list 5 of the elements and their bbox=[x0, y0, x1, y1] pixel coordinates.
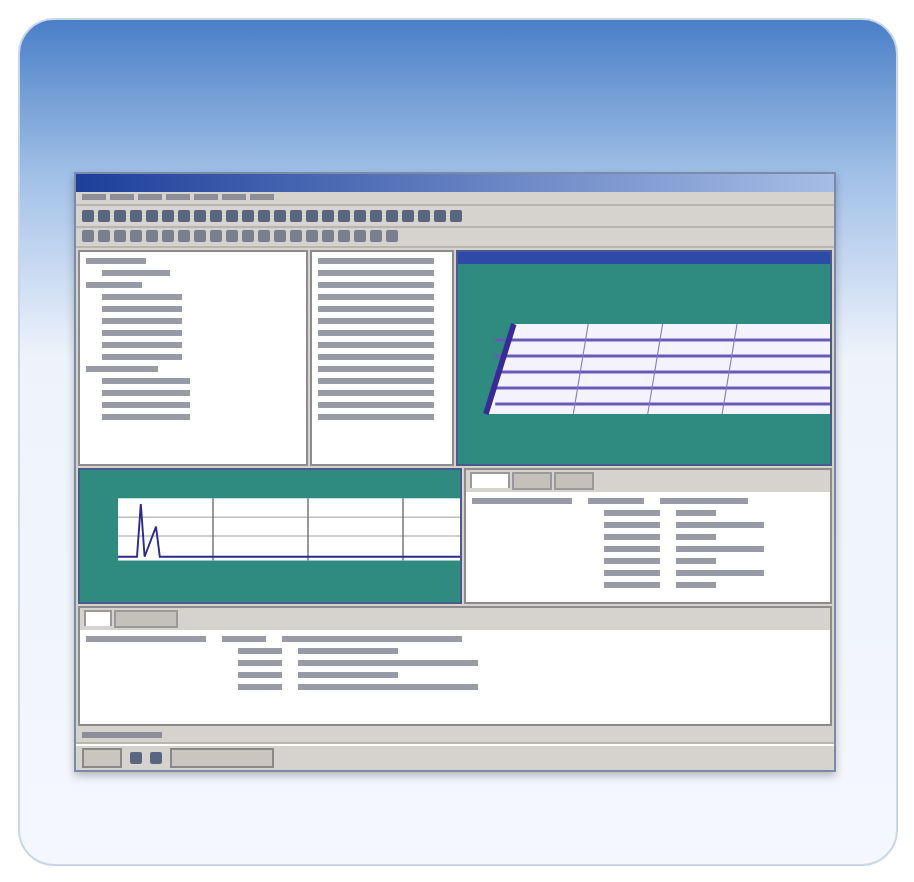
tab[interactable] bbox=[113, 609, 177, 627]
tab[interactable] bbox=[469, 471, 509, 487]
tab[interactable] bbox=[83, 609, 111, 625]
tab[interactable] bbox=[553, 471, 593, 489]
tab[interactable] bbox=[511, 471, 551, 489]
